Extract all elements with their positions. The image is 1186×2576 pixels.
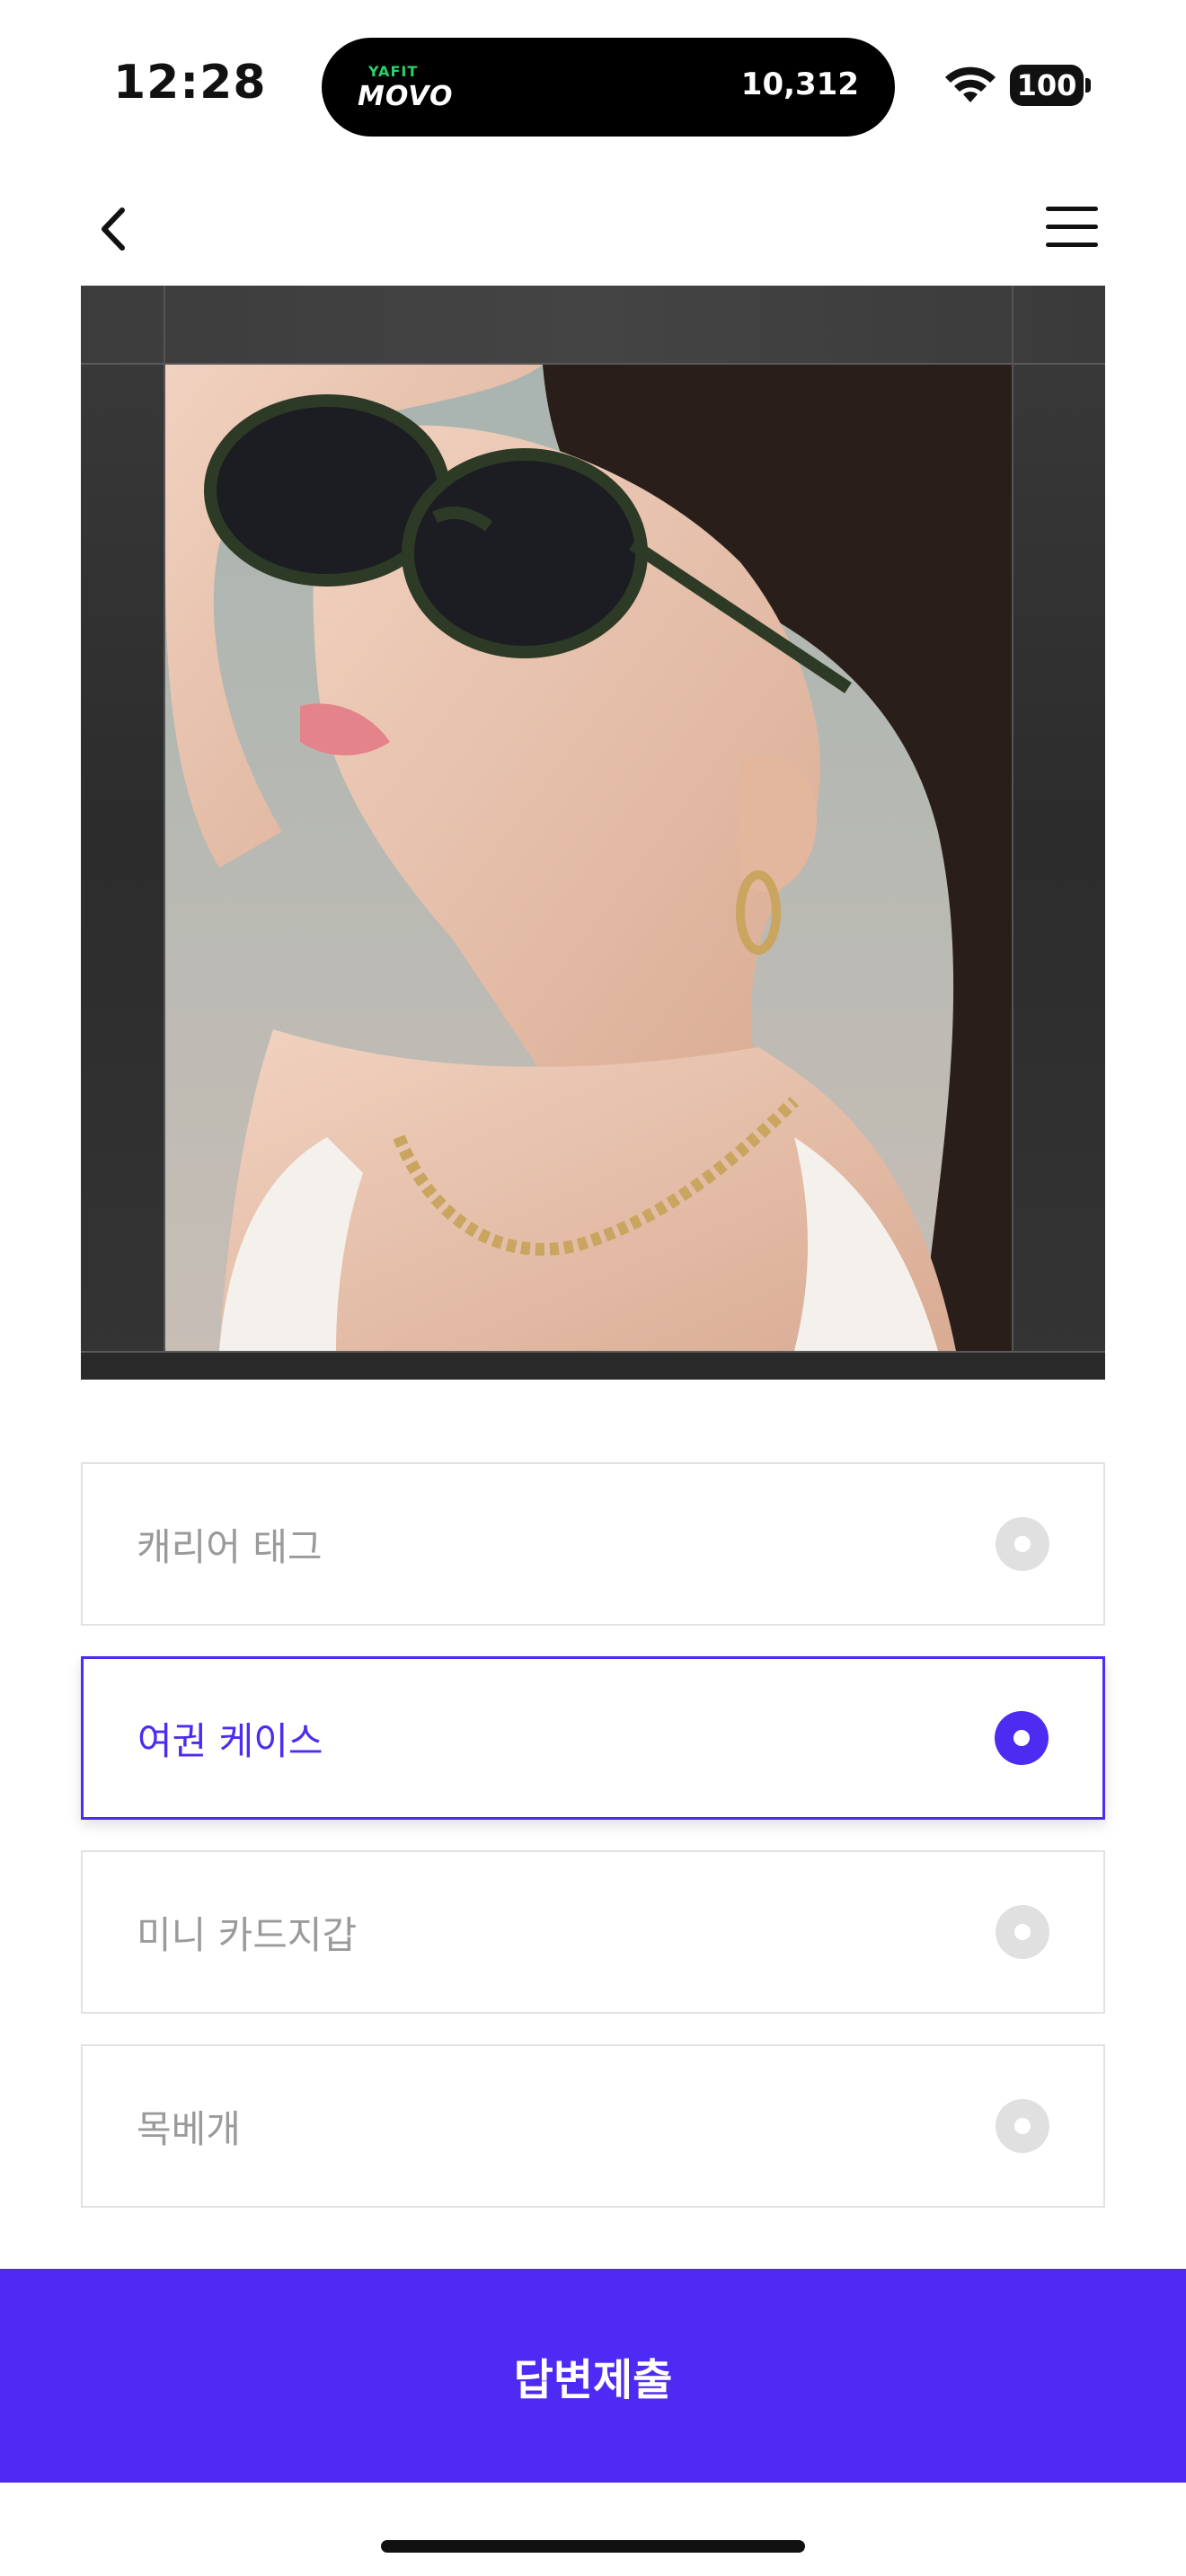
battery-level: 100 <box>1016 68 1077 102</box>
radio-button[interactable] <box>996 2099 1049 2153</box>
option-neck-pillow[interactable]: 목베개 <box>81 2044 1105 2208</box>
option-label: 목베개 <box>137 2106 241 2151</box>
dynamic-island: YAFIT MOVO 10,312 <box>322 38 895 137</box>
product-photo <box>165 365 1012 1351</box>
island-step-count: 10,312 <box>740 66 859 102</box>
radio-button[interactable] <box>996 1905 1049 1959</box>
product-image-frame <box>81 286 1105 1380</box>
option-passport-case[interactable]: 여권 케이스 <box>81 1656 1105 1820</box>
option-label: 미니 카드지갑 <box>137 1912 358 1957</box>
island-brand-top: YAFIT <box>368 63 419 80</box>
option-carrier-tag[interactable]: 캐리어 태그 <box>81 1462 1105 1626</box>
woman-sunglasses-photo <box>165 365 1012 1351</box>
submit-answer-button[interactable]: 답변제출 <box>0 2269 1186 2483</box>
submit-label: 답변제출 <box>513 2355 673 2405</box>
radio-button[interactable] <box>996 1517 1049 1571</box>
island-brand-logo: MOVO <box>358 81 454 112</box>
home-indicator[interactable] <box>381 2540 805 2553</box>
option-label: 여권 케이스 <box>137 1718 323 1763</box>
hamburger-menu-icon[interactable] <box>1042 203 1100 250</box>
option-mini-card-wallet[interactable]: 미니 카드지갑 <box>81 1850 1105 2014</box>
battery-icon: 100 <box>1010 65 1091 106</box>
back-icon[interactable] <box>90 198 144 260</box>
wifi-icon <box>945 66 996 102</box>
status-time: 12:28 <box>113 56 267 110</box>
option-label: 캐리어 태그 <box>137 1524 323 1569</box>
radio-button-selected[interactable] <box>995 1711 1049 1765</box>
